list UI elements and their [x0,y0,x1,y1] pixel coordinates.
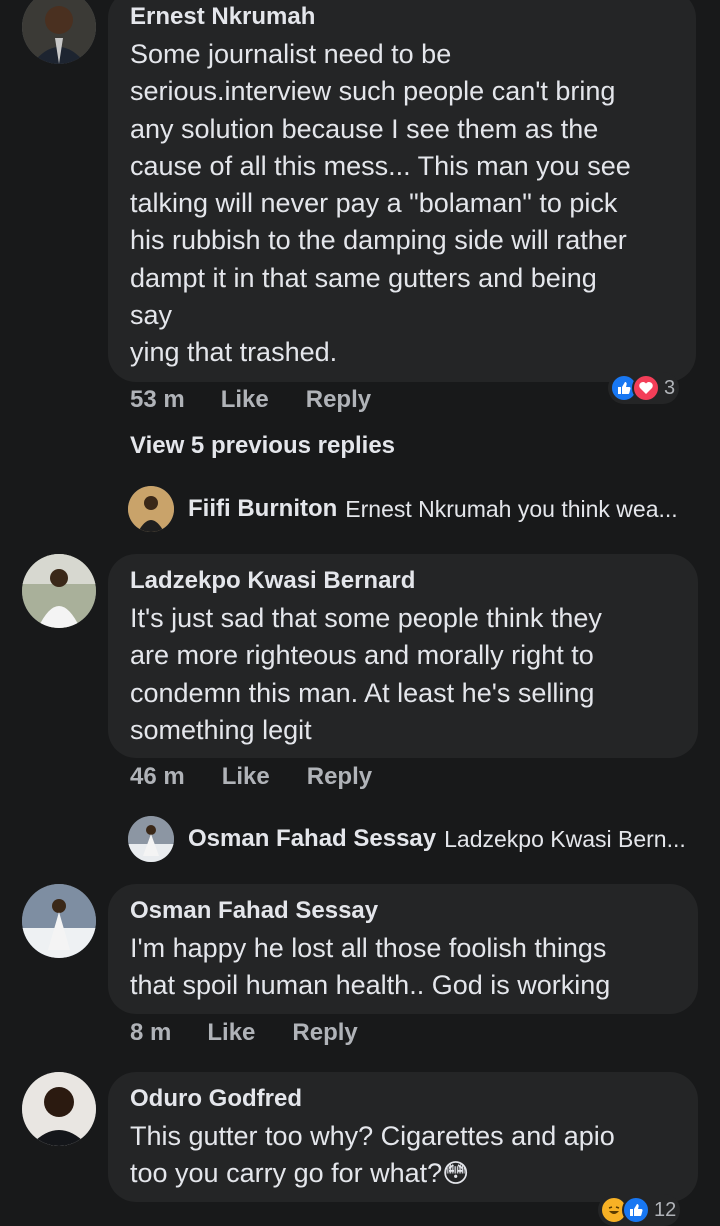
reply-author[interactable]: Fiifi Burniton [188,495,337,523]
reply-text: Ladzekpo Kwasi Bern... [444,825,686,852]
like-button[interactable]: Like [221,386,269,414]
view-previous-replies[interactable]: View 5 previous replies [130,432,395,460]
comment-text: It's just sad that some people think the… [130,603,602,745]
reactions-summary[interactable]: 3 [608,372,680,404]
reply-text: Ernest Nkrumah you think wea... [345,495,678,522]
avatar[interactable] [22,554,96,628]
reaction-count: 3 [664,376,676,399]
avatar[interactable] [128,486,174,532]
comment-author[interactable]: Oduro Godfred [130,1084,302,1114]
like-button[interactable]: Like [222,763,270,791]
comment-time[interactable]: 53 m [130,386,185,414]
comment-actions: 46 m Like Reply [130,763,372,791]
comment-actions: 53 m Like Reply [130,386,371,414]
comment-bubble: Ladzekpo Kwasi Bernard It's just sad tha… [108,554,698,758]
avatar[interactable] [22,884,96,958]
avatar[interactable] [128,816,174,862]
reply-preview[interactable]: Fiifi Burniton Ernest Nkrumah you think … [128,486,678,532]
reply-button[interactable]: Reply [307,763,372,791]
comment-time[interactable]: 8 m [130,1019,171,1047]
like-icon [622,1196,650,1224]
like-button[interactable]: Like [207,1019,255,1047]
avatar[interactable] [22,1072,96,1146]
comment-text: Some journalist need to be serious.inter… [130,39,631,368]
reaction-count: 12 [654,1198,677,1221]
flushed-emoji: 😳 [442,1158,470,1189]
reply-button[interactable]: Reply [292,1019,357,1047]
comment-bubble: Ernest Nkrumah Some journalist need to b… [108,0,696,382]
comment-text: I'm happy he lost all those foolish thin… [130,933,611,1001]
reply-preview[interactable]: Osman Fahad Sessay Ladzekpo Kwasi Bern..… [128,816,686,862]
comment-bubble: Oduro Godfred This gutter too why? Cigar… [108,1072,698,1202]
comment-time[interactable]: 46 m [130,763,185,791]
reactions-summary[interactable]: 12 [598,1194,681,1226]
reply-button[interactable]: Reply [306,386,371,414]
comment-actions: 8 m Like Reply [130,1019,358,1047]
comment-author[interactable]: Ernest Nkrumah [130,2,315,32]
avatar[interactable] [22,0,96,64]
comment-text: This gutter too why? Cigarettes and apio… [130,1118,690,1193]
comment-author[interactable]: Osman Fahad Sessay [130,896,378,926]
comment-bubble: Osman Fahad Sessay I'm happy he lost all… [108,884,698,1014]
comment-author[interactable]: Ladzekpo Kwasi Bernard [130,566,415,596]
love-icon [632,374,660,402]
reply-author[interactable]: Osman Fahad Sessay [188,825,436,853]
comment-text-body: This gutter too why? Cigarettes and apio… [130,1121,615,1189]
